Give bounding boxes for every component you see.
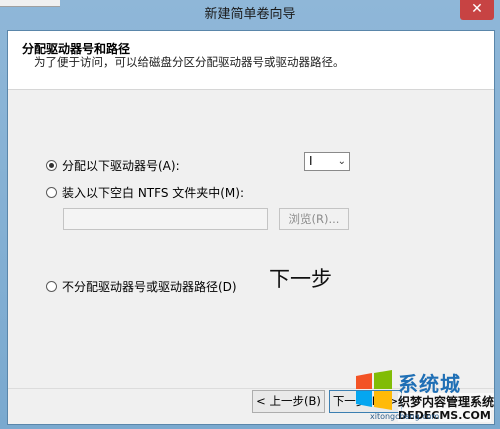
watermark-url: xitongcheng.com — [370, 412, 440, 421]
option-no-assign[interactable]: 不分配驱动器号或驱动器路径(D) — [46, 278, 237, 295]
assign-letter-radio[interactable] — [46, 160, 57, 171]
drive-letter-value: I — [309, 154, 313, 168]
watermark-line1: 织梦内容管理系统 — [398, 393, 495, 410]
close-icon: ✕ — [471, 1, 483, 17]
browse-button[interactable]: 浏览(R)... — [279, 208, 349, 230]
option-mount-folder[interactable]: 装入以下空白 NTFS 文件夹中(M): — [46, 184, 244, 201]
mount-folder-label: 装入以下空白 NTFS 文件夹中(M): — [62, 186, 245, 200]
next-step-annotation: 下一步 — [269, 267, 332, 291]
mount-folder-radio[interactable] — [46, 187, 57, 198]
drive-letter-select[interactable]: I ⌄ — [304, 152, 350, 171]
page-subtitle: 为了便于访问，可以给磁盘分区分配驱动器号或驱动器路径。 — [34, 55, 345, 69]
window-title: 新建简单卷向导 — [204, 7, 296, 22]
watermark: 系统城 织梦内容管理系统 DEDECMS.COM xitongcheng.com — [350, 366, 500, 429]
folder-path-input[interactable] — [63, 208, 268, 230]
title-bar[interactable]: 新建简单卷向导 — [0, 0, 500, 34]
back-button[interactable]: < 上一步(B) — [252, 390, 325, 413]
close-button[interactable]: ✕ — [460, 0, 494, 20]
assign-letter-label: 分配以下驱动器号(A): — [62, 159, 180, 173]
option-assign-letter[interactable]: 分配以下驱动器号(A): — [46, 157, 180, 174]
no-assign-radio[interactable] — [46, 281, 57, 292]
windows-logo-icon — [356, 370, 392, 410]
no-assign-label: 不分配驱动器号或驱动器路径(D) — [62, 280, 237, 294]
chevron-down-icon: ⌄ — [337, 156, 346, 167]
wizard-header: 分配驱动器号和路径 为了便于访问，可以给磁盘分区分配驱动器号或驱动器路径。 — [8, 31, 494, 90]
